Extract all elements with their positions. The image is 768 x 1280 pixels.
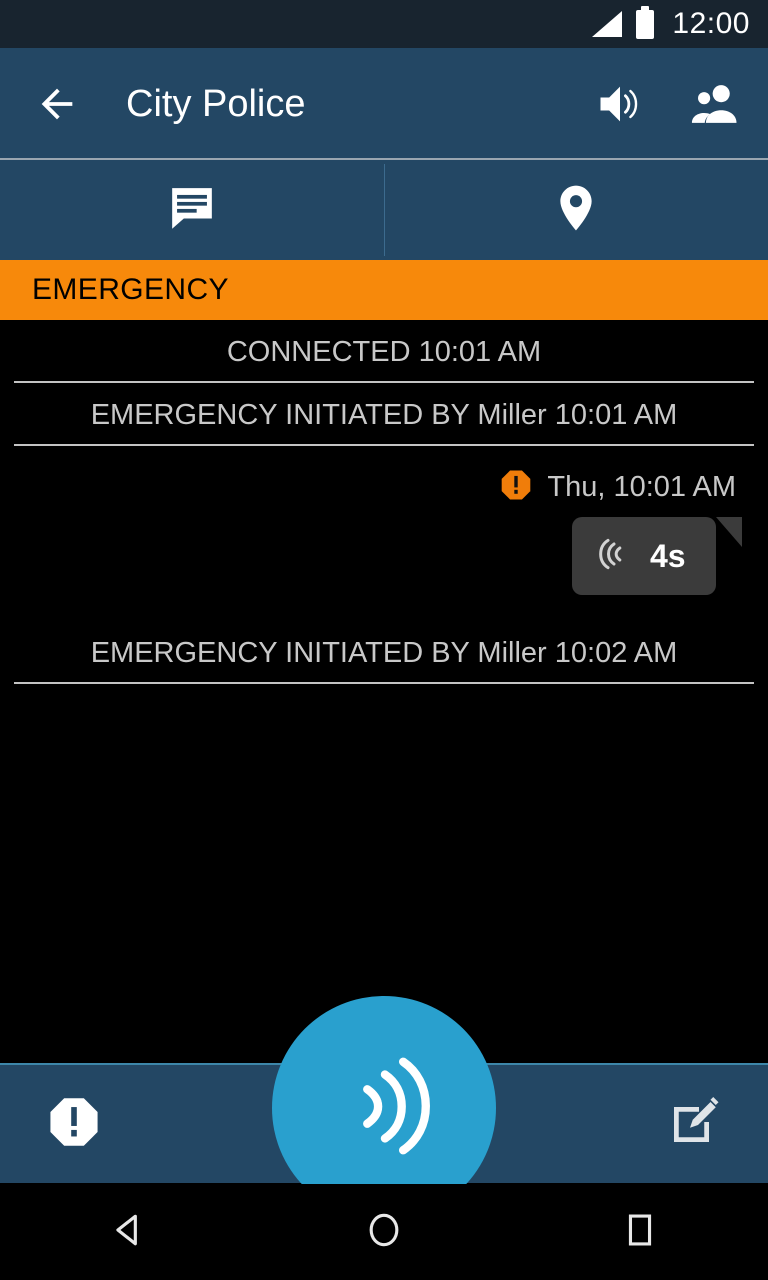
back-arrow-icon[interactable] [34,81,80,127]
nav-back-triangle-icon [106,1208,150,1257]
message-timestamp-row: Thu, 10:01 AM [0,446,768,507]
tab-bar [0,160,768,260]
people-group-icon[interactable] [686,76,742,132]
chat-tab[interactable] [0,160,384,260]
nav-back-button[interactable] [68,1184,188,1280]
emergency-octagon-icon [499,468,533,507]
nav-recents-square-icon [618,1208,662,1257]
message-divider [14,682,754,684]
system-message: CONNECTED 10:01 AM [226,336,542,368]
emergency-octagon-icon [46,1094,102,1155]
compose-button[interactable] [664,1094,724,1154]
page-title: City Police [126,82,306,125]
compose-edit-icon [664,1092,724,1157]
location-tab[interactable] [384,160,768,260]
voice-message-bubble[interactable]: 4s [572,517,742,595]
chat-bubble-icon [164,180,220,241]
timestamp-label: Thu, 10:01 AM [547,471,736,503]
emergency-button[interactable] [44,1094,104,1154]
speaker-volume-icon[interactable] [592,76,648,132]
location-pin-icon [548,180,604,241]
phone-screen: 12:00 City Police EMERGENCY CONNECTED 10… [0,0,768,1280]
voice-message-row: 4s [0,507,768,595]
nav-recents-button[interactable] [580,1184,700,1280]
status-icons: 12:00 [592,5,750,40]
app-bar: City Police [0,48,768,160]
ptt-sound-waves-icon [325,1047,443,1170]
system-message: EMERGENCY INITIATED BY Miller 10:01 AM [90,399,678,431]
status-bar: 12:00 [0,0,768,48]
status-clock: 12:00 [672,7,750,40]
emergency-banner: EMERGENCY [0,260,768,320]
system-message: EMERGENCY INITIATED BY Miller 10:02 AM [90,637,678,669]
nav-home-circle-icon [362,1208,406,1257]
sound-waves-icon [594,534,634,579]
message-list[interactable]: CONNECTED 10:01 AM EMERGENCY INITIATED B… [0,320,768,1063]
android-nav-bar [0,1184,768,1280]
voice-duration-label: 4s [650,537,686,574]
battery-full-icon [636,5,655,39]
emergency-banner-label: EMERGENCY [32,273,229,306]
nav-home-button[interactable] [324,1184,444,1280]
signal-bars-icon [592,11,623,37]
